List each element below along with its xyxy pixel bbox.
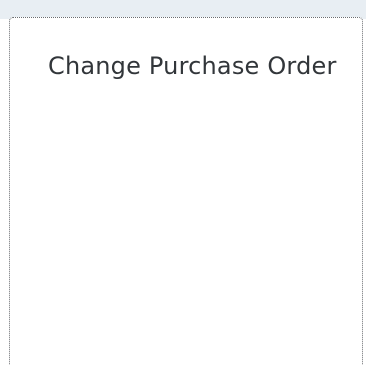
launchpad-page: Change Purchase Order — [0, 0, 366, 365]
app-tile-change-purchase-order[interactable]: Change Purchase Order — [9, 17, 363, 365]
tile-title: Change Purchase Order — [48, 52, 337, 80]
